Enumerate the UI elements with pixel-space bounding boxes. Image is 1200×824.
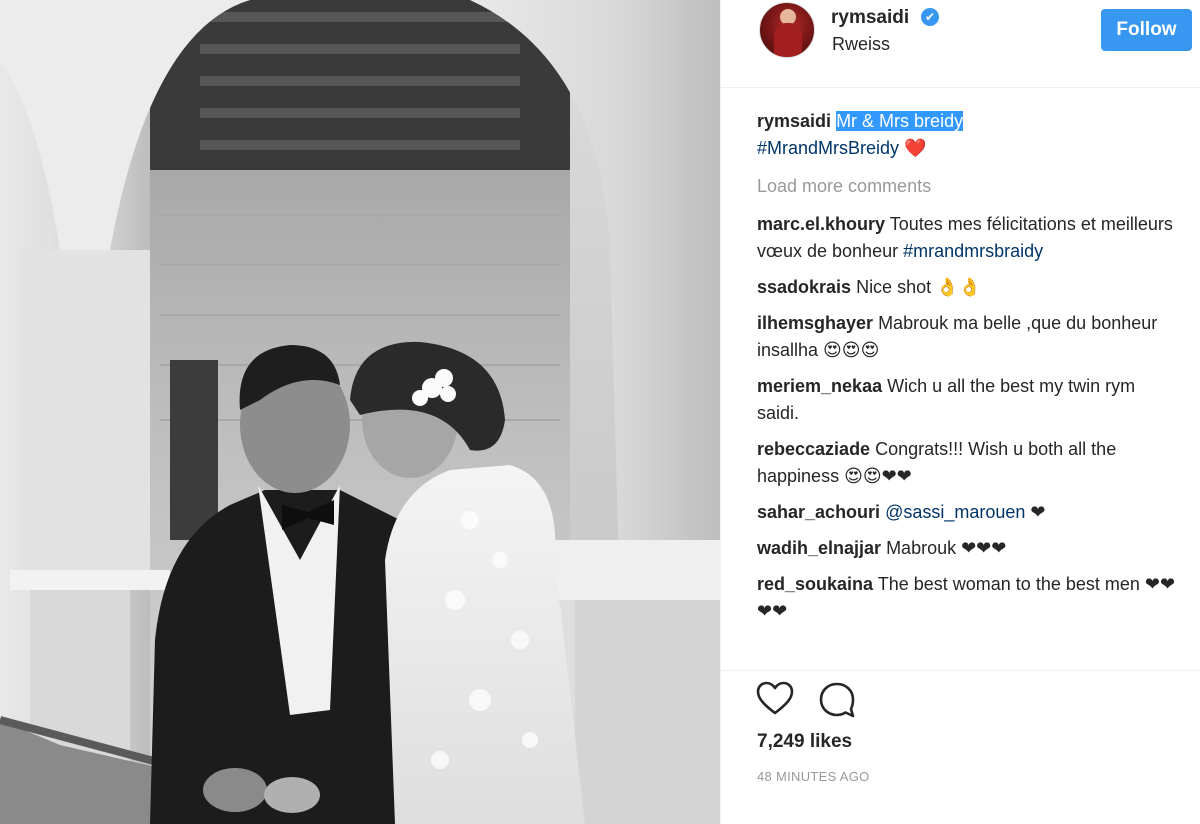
follow-button[interactable]: Follow <box>1101 9 1192 51</box>
mention-link[interactable]: @sassi_marouen <box>885 502 1025 522</box>
post-photo[interactable] <box>0 0 720 824</box>
comment-username[interactable]: rymsaidi <box>757 111 831 131</box>
post-actions: 7,249 likes 48 MINUTES AGO <box>721 670 1200 824</box>
comments-list: rymsaidi Mr & Mrs breidy #MrandMrsBreidy… <box>757 108 1177 625</box>
comment-text: ❤ <box>1025 502 1046 522</box>
load-more-comments-link[interactable]: Load more comments <box>757 173 1177 200</box>
comment-item: ilhemsghayer Mabrouk ma belle ,que du bo… <box>757 310 1177 364</box>
post-timestamp[interactable]: 48 MINUTES AGO <box>757 769 870 784</box>
comment-item: ssadokrais Nice shot 👌👌 <box>757 274 1177 301</box>
comment-text: Nice shot 👌👌 <box>851 277 981 297</box>
comment-item: red_soukaina The best woman to the best … <box>757 571 1177 625</box>
comment-item: marc.el.khoury Toutes mes félicitations … <box>757 211 1177 265</box>
comment-item: rebeccaziade Congrats!!! Wish u both all… <box>757 436 1177 490</box>
comment-username[interactable]: red_soukaina <box>757 574 873 594</box>
caption-text-selected: Mr & Mrs breidy <box>836 111 964 131</box>
comment-username[interactable]: meriem_nekaa <box>757 376 882 396</box>
comment-username[interactable]: marc.el.khoury <box>757 214 885 234</box>
heart-icon[interactable] <box>755 679 795 719</box>
verified-badge-icon: ✔ <box>921 8 939 26</box>
location-link[interactable]: Rweiss <box>832 34 890 55</box>
comment-username[interactable]: sahar_achouri <box>757 502 880 522</box>
post-sidebar: rymsaidi ✔ Rweiss Follow rymsaidi Mr & M… <box>720 0 1200 824</box>
comment-username[interactable]: rebeccaziade <box>757 439 870 459</box>
caption-suffix: ❤️ <box>899 138 927 158</box>
caption: rymsaidi Mr & Mrs breidy #MrandMrsBreidy… <box>757 108 1177 162</box>
comment-icon[interactable] <box>817 679 857 719</box>
hashtag-link[interactable]: #MrandMrsBreidy <box>757 138 899 158</box>
likes-count[interactable]: 7,249 likes <box>757 731 852 753</box>
comment-username[interactable]: ilhemsghayer <box>757 313 873 333</box>
author-username-link[interactable]: rymsaidi <box>831 7 909 29</box>
comment-username[interactable]: wadih_elnajjar <box>757 538 881 558</box>
hashtag-link[interactable]: #mrandmrsbraidy <box>903 241 1043 261</box>
comment-item: sahar_achouri @sassi_marouen ❤ <box>757 499 1177 526</box>
comment-text: Mabrouk ❤❤❤ <box>881 538 1007 558</box>
comment-item: meriem_nekaa Wich u all the best my twin… <box>757 373 1177 427</box>
avatar[interactable] <box>759 2 815 58</box>
post-header: rymsaidi ✔ Rweiss Follow <box>721 0 1200 88</box>
comment-username[interactable]: ssadokrais <box>757 277 851 297</box>
comment-item: wadih_elnajjar Mabrouk ❤❤❤ <box>757 535 1177 562</box>
wedding-photo-illustration <box>0 0 720 824</box>
